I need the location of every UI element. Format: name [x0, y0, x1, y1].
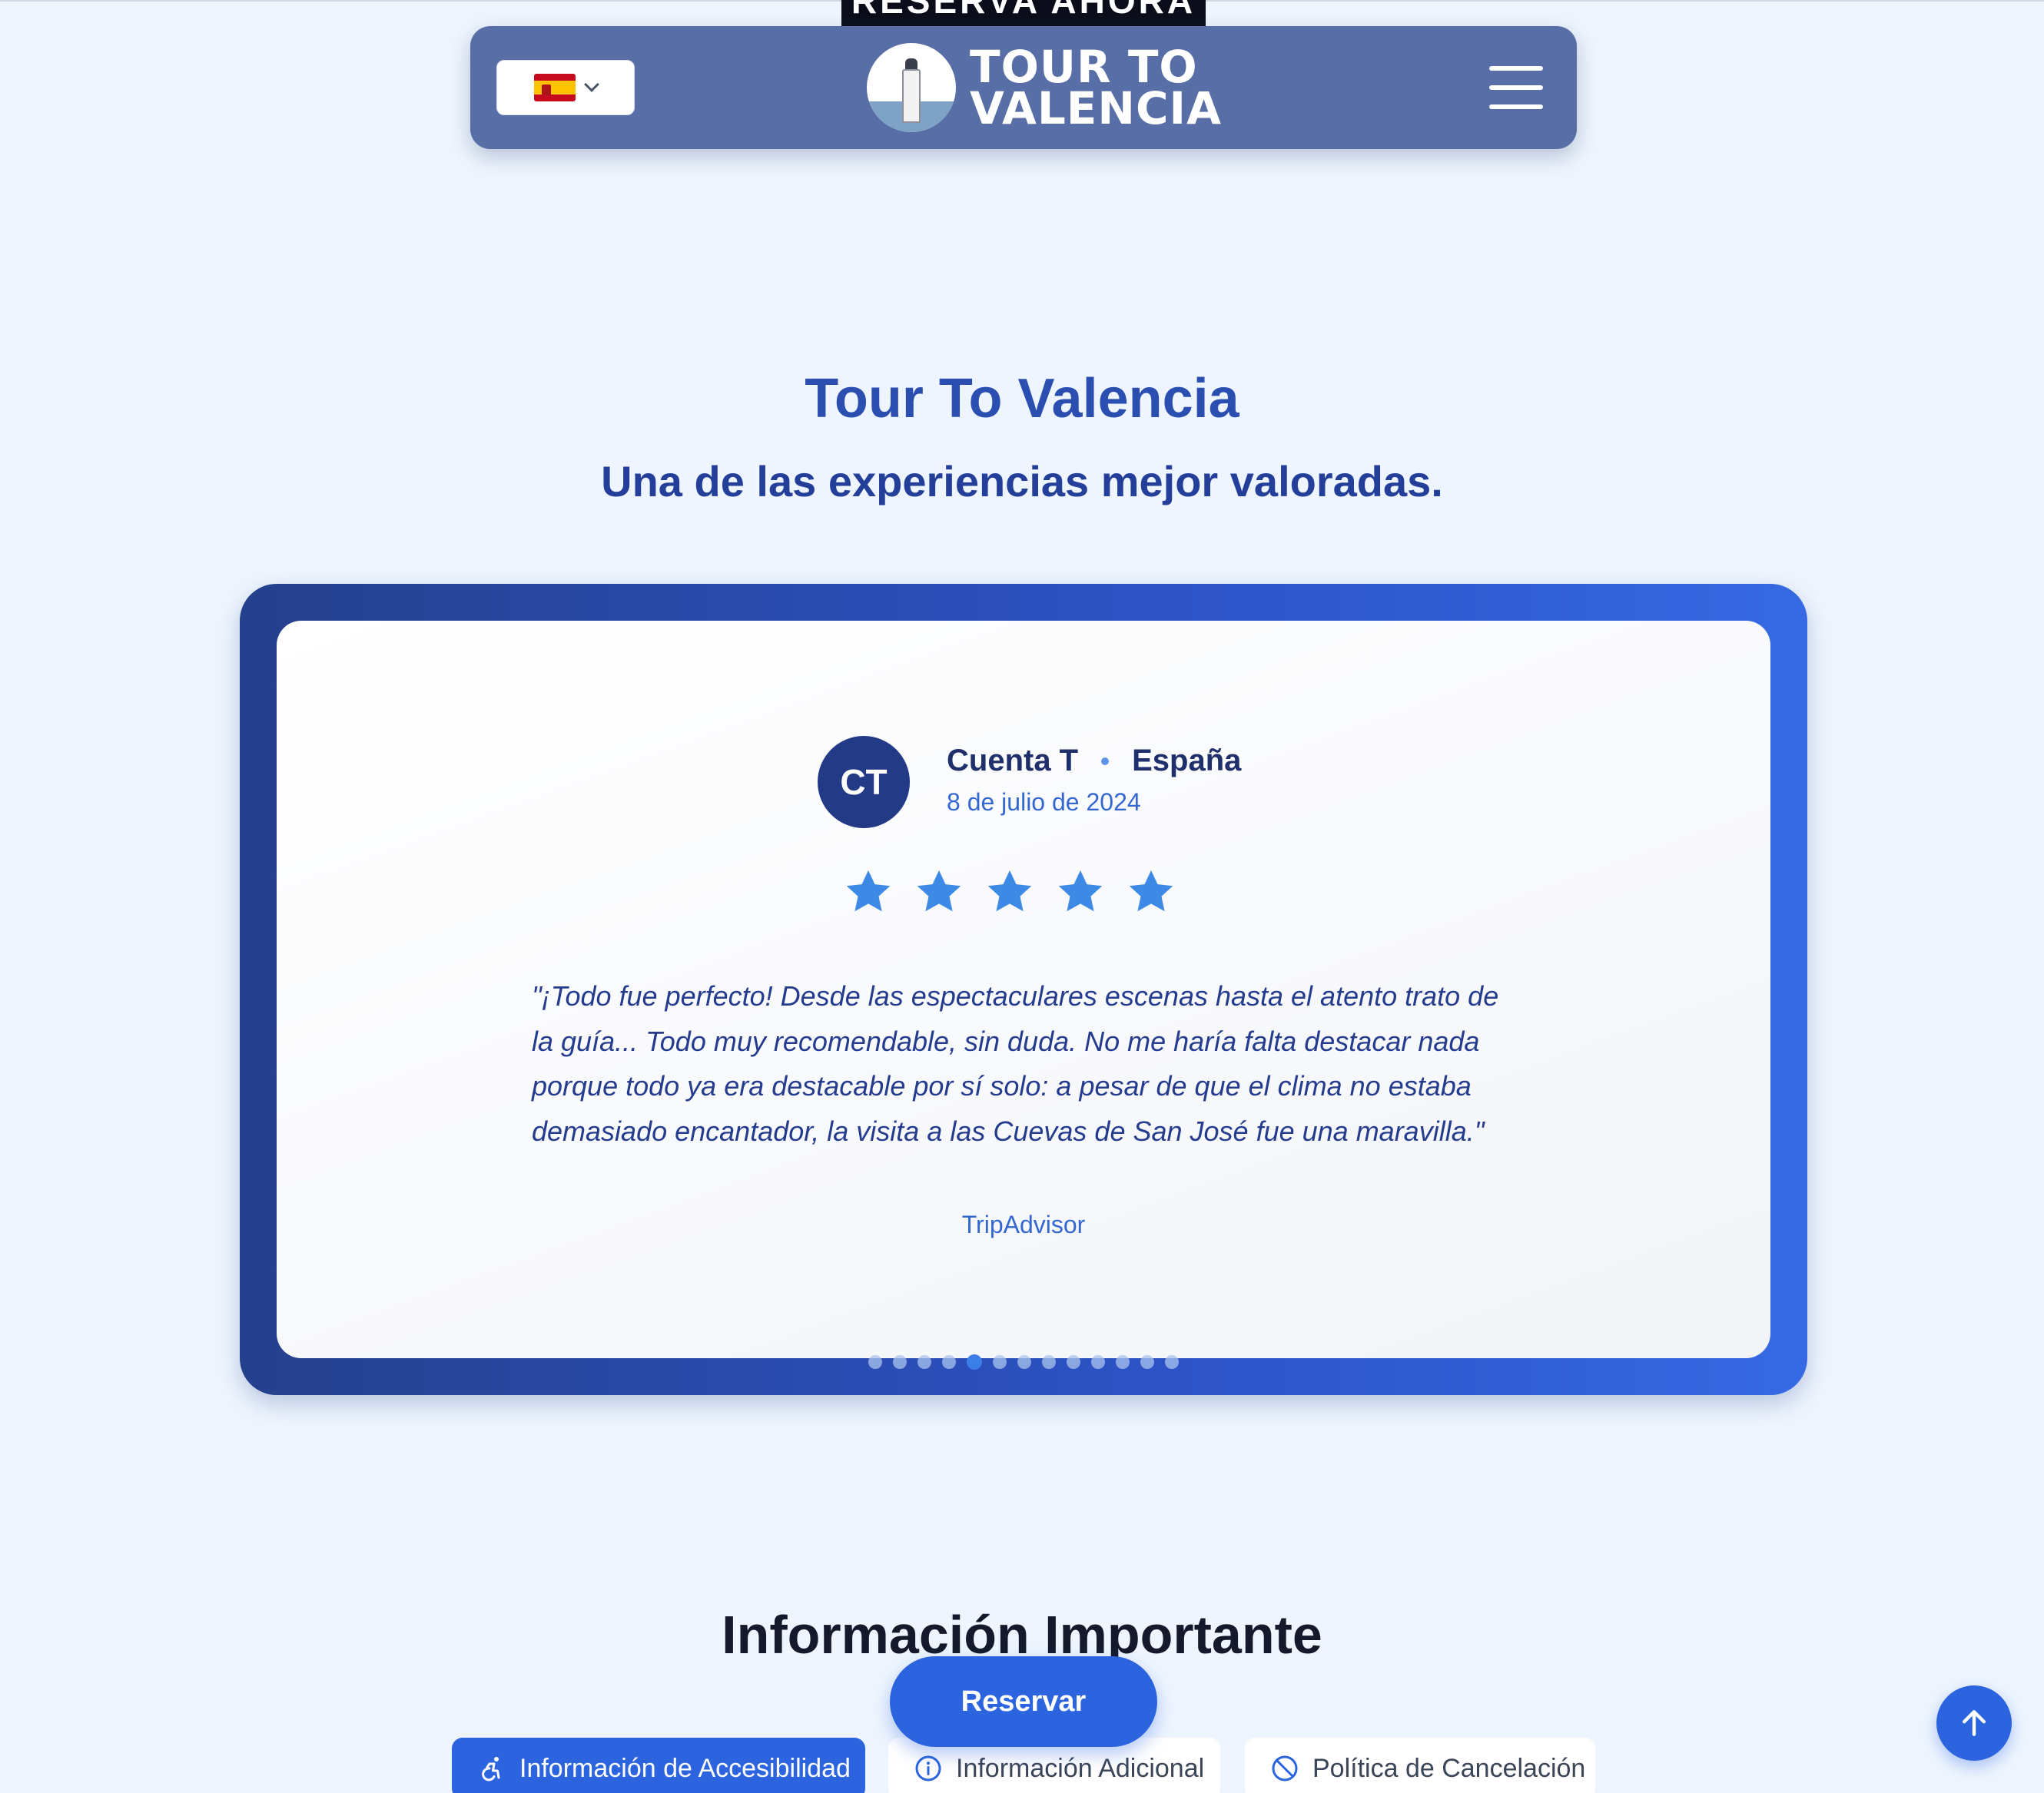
star-rating: [842, 867, 1177, 917]
site-header: TOUR TO VALENCIA: [470, 26, 1577, 149]
arrow-up-icon: [1962, 1710, 1986, 1736]
review-text: "¡Todo fue perfecto! Desde las espectacu…: [532, 980, 1499, 1147]
carousel-dot[interactable]: [1017, 1355, 1031, 1369]
reviewer-info: Cuenta T España: [947, 744, 1241, 778]
tab-additional-info-label: Información Adicional: [956, 1753, 1205, 1783]
carousel-dot[interactable]: [893, 1355, 907, 1369]
accessibility-icon: [482, 1757, 500, 1781]
carousel-dot[interactable]: [1116, 1355, 1130, 1369]
star-icon: [1058, 870, 1103, 912]
logo-line-2: VALENCIA: [970, 82, 1222, 134]
spain-flag-icon: [534, 74, 576, 101]
review-date: 8 de julio de 2024: [947, 788, 1141, 816]
review-card: CT Cuenta T España 8 de julio de 2024 "¡…: [277, 621, 1770, 1358]
chevron-down-icon: [584, 77, 599, 92]
carousel-dot[interactable]: [917, 1355, 931, 1369]
tab-accessibility[interactable]: Información de Accesibilidad: [452, 1738, 865, 1793]
carousel-dot[interactable]: [1091, 1355, 1105, 1369]
carousel-dot[interactable]: [942, 1355, 956, 1369]
review-source-link[interactable]: TripAdvisor: [277, 1211, 1770, 1239]
info-icon: [915, 1755, 941, 1781]
page-subtitle: Una de las experiencias mejor valoradas.: [601, 457, 1443, 505]
carousel-dot[interactable]: [1165, 1355, 1179, 1369]
star-icon: [1129, 870, 1173, 912]
reserve-now-banner[interactable]: RESERVA AHORA: [841, 0, 1206, 26]
reviewer-country: España: [1132, 744, 1242, 777]
carousel-dot[interactable]: [1067, 1355, 1080, 1369]
page-title: Tour To Valencia: [805, 368, 1239, 429]
reserve-now-label: RESERVA AHORA: [851, 0, 1196, 21]
logo-line-1: TOUR TO: [970, 41, 1198, 93]
tab-accessibility-label: Información de Accesibilidad: [519, 1753, 851, 1783]
carousel-dot[interactable]: [967, 1354, 982, 1370]
reserve-button[interactable]: Reservar: [890, 1656, 1157, 1747]
reviews-carousel: CT Cuenta T España 8 de julio de 2024 "¡…: [240, 584, 1807, 1395]
lighthouse-logo-icon: [867, 43, 956, 132]
reviewer-avatar: CT: [818, 736, 910, 828]
tab-cancellation-policy[interactable]: Política de Cancelación: [1245, 1738, 1595, 1793]
scroll-to-top-button[interactable]: [1936, 1685, 2012, 1761]
language-selector[interactable]: [496, 60, 635, 115]
logo-wordmark: TOUR TO VALENCIA: [970, 41, 1222, 134]
carousel-dot[interactable]: [1140, 1355, 1154, 1369]
star-icon: [917, 870, 961, 912]
carousel-dot[interactable]: [1042, 1355, 1056, 1369]
star-icon: [846, 870, 891, 912]
star-icon: [987, 870, 1032, 912]
tab-cancellation-policy-label: Política de Cancelación: [1312, 1753, 1586, 1783]
hamburger-menu-icon[interactable]: [1489, 66, 1543, 109]
reviewer-name: Cuenta T: [947, 744, 1079, 777]
separator-dot: [1101, 757, 1110, 765]
carousel-pagination: [868, 1354, 1179, 1370]
carousel-dot[interactable]: [993, 1355, 1007, 1369]
site-logo[interactable]: TOUR TO VALENCIA: [867, 38, 1221, 137]
carousel-dot[interactable]: [868, 1355, 882, 1369]
cancel-icon: [1272, 1755, 1298, 1781]
